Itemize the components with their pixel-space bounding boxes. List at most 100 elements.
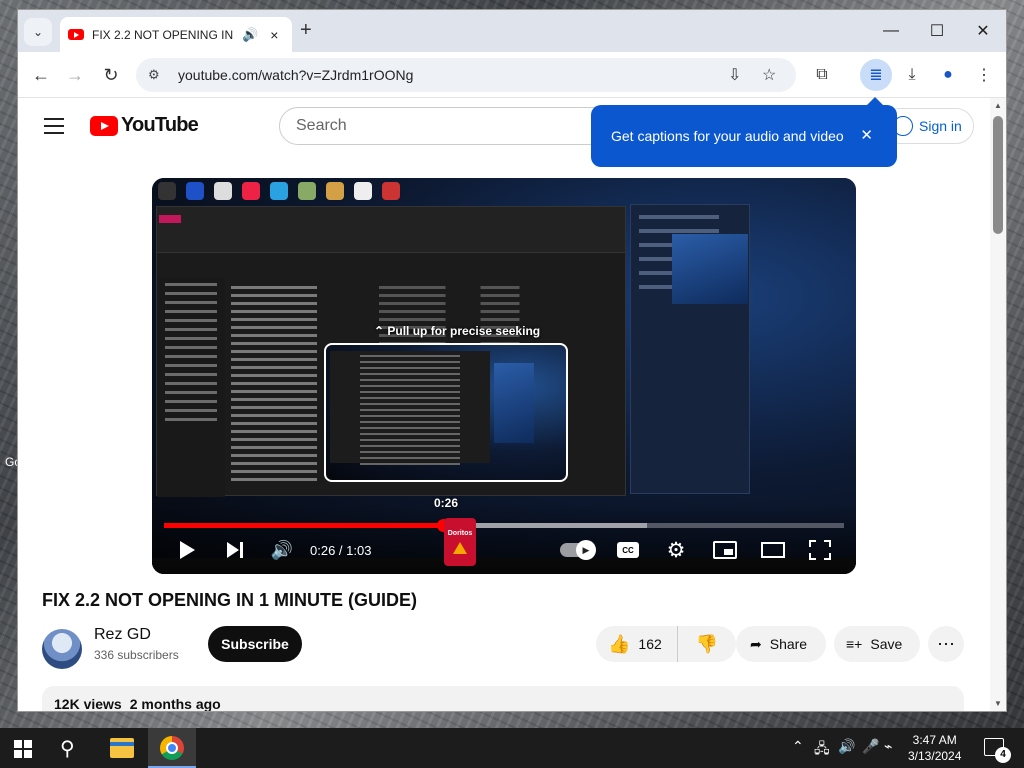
arrow-right-icon: → (66, 64, 84, 85)
bookmark-star-icon[interactable]: ☆ (762, 65, 776, 85)
tooltip-close-button[interactable]: ✕ (860, 126, 873, 144)
youtube-logo-text: YouTube (121, 114, 199, 136)
volume-icon[interactable]: 🔊 (270, 538, 294, 562)
more-actions-button[interactable]: ⋯ (928, 626, 964, 662)
play-button[interactable] (176, 538, 198, 562)
miniplayer-icon (713, 541, 737, 559)
chrome-taskbar-button[interactable] (148, 728, 196, 768)
like-button[interactable]: 👍 162 (596, 626, 678, 662)
minimize-button[interactable]: — (868, 18, 914, 44)
reload-icon: ↻ (103, 64, 119, 85)
maximize-button[interactable]: ☐ (914, 18, 960, 44)
microphone-icon[interactable]: 🎤 (862, 738, 879, 755)
site-info-icon[interactable]: ⚙ (148, 67, 166, 83)
tab-strip: ⌄ FIX 2.2 NOT OPENING IN 1 🔊 × + — ☐ ✕ (18, 10, 1006, 52)
url-text[interactable]: youtube.com/watch?v=ZJrdm1rOONg (178, 67, 413, 83)
chevron-down-icon: ⌄ (32, 25, 44, 39)
channel-name[interactable]: Rez GD (94, 626, 151, 644)
thumbs-down-icon: 👎 (695, 633, 719, 654)
theater-mode-button[interactable] (760, 538, 786, 562)
autoplay-toggle[interactable] (560, 538, 596, 562)
speaker-icon[interactable]: 🔊 (242, 27, 258, 43)
install-app-icon[interactable]: ⇩ (728, 65, 741, 85)
scroll-up-arrow-icon[interactable]: ▲ (994, 101, 1002, 110)
dislike-button[interactable]: 👎 (678, 634, 736, 655)
chrome-icon (160, 736, 184, 760)
playlist-add-icon: ≡+ (846, 636, 863, 652)
description-box[interactable]: 12K views 2 months ago (42, 686, 964, 711)
clock-date: 3/13/2024 (908, 749, 962, 763)
volume-tray-icon[interactable]: 🔊 (838, 738, 855, 755)
progress-bar[interactable] (164, 519, 844, 532)
save-label: Save (870, 636, 903, 652)
video-player[interactable]: ⌃ Pull up for precise seeking 0:26 Dorit… (152, 178, 856, 574)
tooltip-text: Get captions for your audio and video (611, 128, 844, 144)
page-scrollbar[interactable]: ▲ ▼ (990, 98, 1006, 711)
time-display: 0:26 / 1:03 (310, 542, 372, 558)
notification-center-icon[interactable]: 4 (984, 738, 1011, 763)
notification-count: 4 (995, 747, 1011, 763)
media-control-icon[interactable]: ≣ (860, 59, 892, 91)
taskbar-search-icon[interactable]: ⚲ (60, 736, 75, 761)
subscriber-count: 336 subscribers (94, 648, 179, 662)
youtube-logo-icon (90, 115, 118, 136)
fullscreen-button[interactable] (808, 538, 832, 562)
back-button[interactable]: ← (28, 62, 54, 88)
hamburger-menu-icon[interactable] (44, 118, 64, 134)
profile-icon[interactable]: ● (936, 63, 960, 87)
arrow-left-icon: ← (32, 64, 50, 85)
windows-taskbar: ⚲ ⌃ 🖧 🔊 🎤 ⌁ 3:47 AM 3/13/2024 4 (0, 728, 1024, 768)
like-count: 162 (638, 636, 662, 652)
close-window-button[interactable]: ✕ (960, 18, 1006, 44)
subscribe-button[interactable]: Subscribe (208, 626, 302, 662)
upload-date: 2 months ago (129, 696, 221, 711)
menu-kebab-icon[interactable]: ⋮ (972, 63, 996, 87)
theater-icon (761, 542, 785, 558)
like-dislike-group: 👍 162 👎 (596, 626, 736, 662)
clock-time: 3:47 AM (912, 733, 957, 747)
chevron-up-icon[interactable]: ⌃ (792, 738, 804, 755)
youtube-favicon-icon (68, 29, 84, 40)
tab-close-button[interactable]: × (270, 27, 278, 43)
video-preview-window (672, 234, 748, 304)
wifi-icon[interactable]: ⌁ (884, 738, 892, 755)
new-tab-button[interactable]: + (300, 19, 312, 42)
tab-youtube[interactable]: FIX 2.2 NOT OPENING IN 1 🔊 × (60, 17, 292, 52)
file-explorer-icon[interactable] (110, 738, 134, 758)
seek-hint: ⌃ Pull up for precise seeking (374, 324, 541, 338)
settings-gear-icon[interactable]: ⚙ (664, 538, 688, 562)
captions-promo-tooltip: Get captions for your audio and video ✕ (591, 97, 897, 167)
browser-window: ⌄ FIX 2.2 NOT OPENING IN 1 🔊 × + — ☐ ✕ ←… (18, 10, 1006, 711)
address-bar[interactable]: ⚙ youtube.com/watch?v=ZJrdm1rOONg ⇩ ☆ (136, 58, 796, 92)
share-button[interactable]: ➦ Share (736, 626, 826, 662)
share-arrow-icon: ➦ (750, 635, 762, 652)
seek-preview-thumbnail (324, 343, 568, 482)
tab-title: FIX 2.2 NOT OPENING IN 1 (92, 27, 234, 42)
autoplay-icon (560, 540, 596, 560)
tab-search-button[interactable]: ⌄ (24, 18, 52, 46)
search-input[interactable]: Search (279, 107, 619, 145)
system-clock[interactable]: 3:47 AM 3/13/2024 (908, 732, 961, 764)
scrollbar-thumb[interactable] (993, 116, 1003, 234)
forward-button[interactable]: → (62, 62, 88, 88)
doritos-bag-icon: Doritos (444, 518, 476, 566)
reload-button[interactable]: ↻ (98, 62, 124, 88)
next-button[interactable] (224, 538, 246, 562)
sign-in-label: Sign in (919, 118, 962, 134)
played-bar (164, 523, 443, 528)
channel-avatar[interactable] (42, 629, 82, 669)
cc-icon: CC (617, 542, 639, 558)
save-button[interactable]: ≡+ Save (834, 626, 920, 662)
more-horizontal-icon: ⋯ (937, 633, 955, 654)
miniplayer-button[interactable] (712, 538, 738, 562)
subtitles-button[interactable]: CC (616, 538, 640, 562)
download-icon[interactable]: ⤓ (900, 63, 924, 87)
fullscreen-icon (809, 540, 831, 560)
extensions-icon[interactable]: ⧉ (810, 63, 834, 87)
scroll-down-arrow-icon[interactable]: ▼ (994, 699, 1002, 708)
browser-toolbar: ← → ↻ ⚙ youtube.com/watch?v=ZJrdm1rOONg … (18, 52, 1006, 98)
start-button[interactable] (14, 740, 32, 758)
network-icon[interactable]: 🖧 (814, 738, 830, 762)
controls-gradient (152, 504, 856, 574)
youtube-logo[interactable]: YouTube (90, 114, 199, 137)
